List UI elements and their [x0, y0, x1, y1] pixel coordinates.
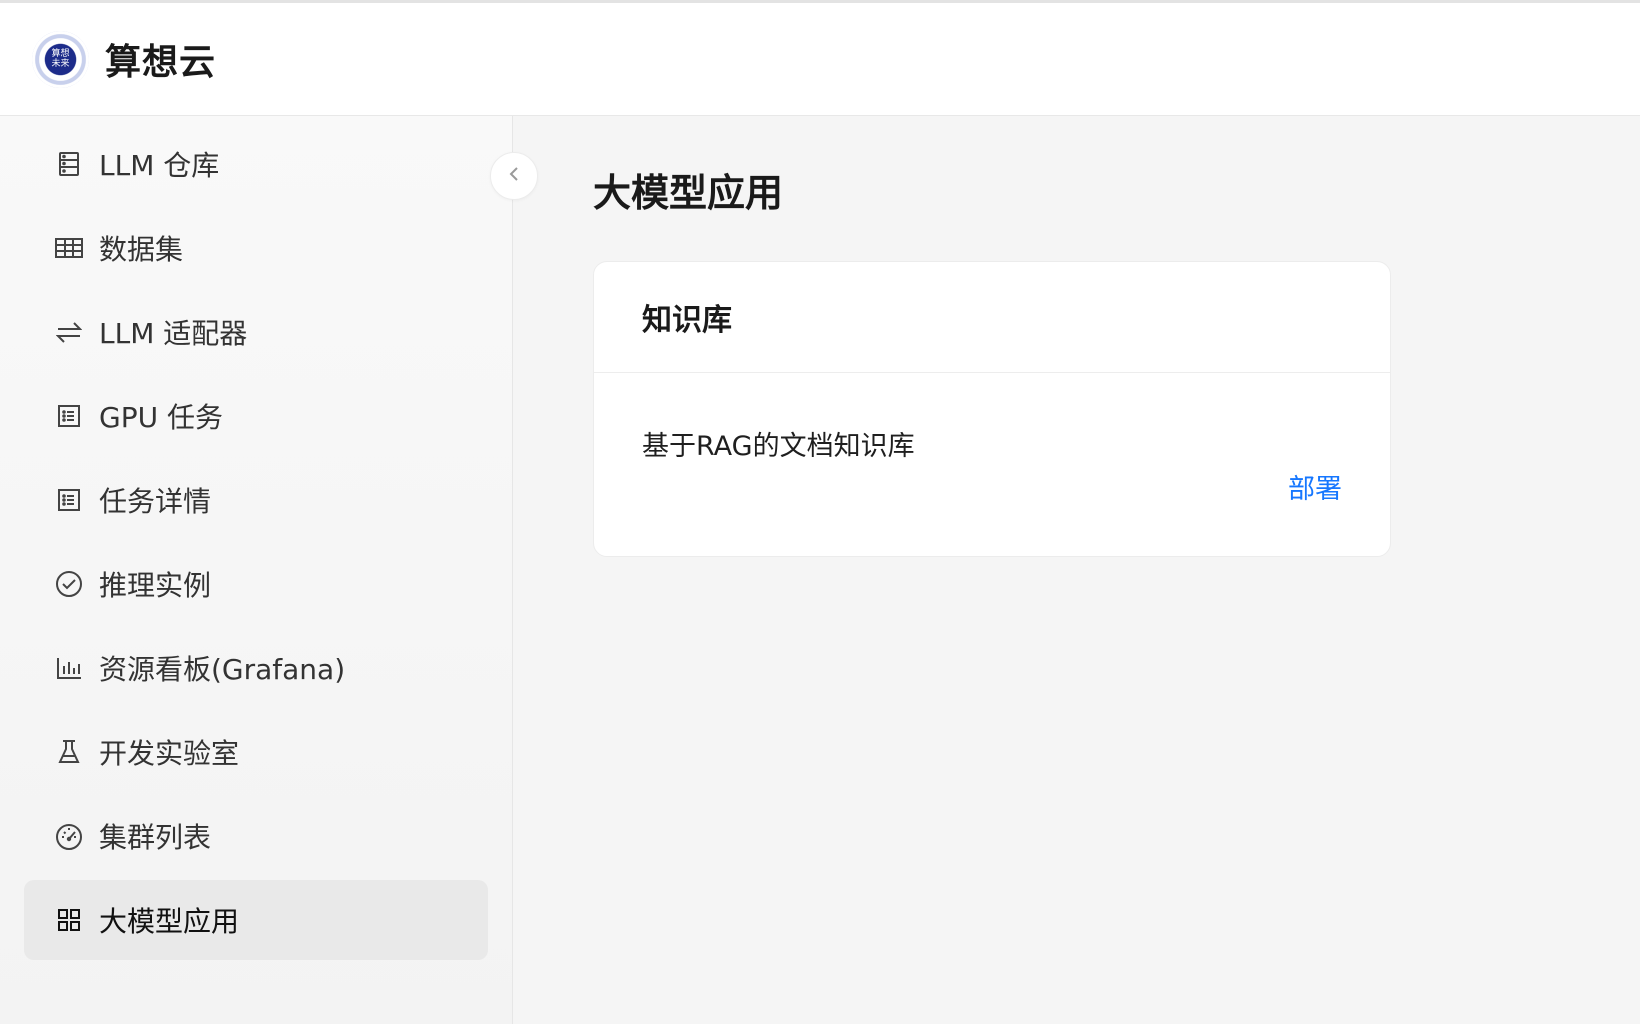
- list-icon: [55, 402, 83, 430]
- sidebar-item-label: 开发实验室: [99, 737, 240, 770]
- grid-icon: [55, 906, 83, 934]
- sidebar-item-label: 推理实例: [99, 569, 212, 602]
- sidebar-item-label: LLM 仓库: [99, 149, 220, 182]
- sidebar-item-label: 资源看板(Grafana): [99, 653, 346, 686]
- page-title: 大模型应用: [593, 171, 784, 215]
- sidebar-item-llm-adapter[interactable]: LLM 适配器: [24, 292, 488, 372]
- sidebar: LLM 仓库 数据集 LLM 适配器 GPU 任务 任务详情 推理实例 资源看板…: [0, 116, 513, 1024]
- table-icon: [55, 234, 83, 262]
- logo: 算想 未来: [32, 30, 89, 88]
- sidebar-item-label: 集群列表: [99, 821, 212, 854]
- list-icon: [55, 486, 83, 514]
- main-content: 大模型应用 知识库 基于RAG的文档知识库 部署: [514, 116, 1640, 1024]
- bar-chart-icon: [55, 654, 83, 682]
- sidebar-item-label: 大模型应用: [99, 905, 240, 938]
- sidebar-item-dev-lab[interactable]: 开发实验室: [24, 712, 488, 792]
- app-header: 算想 未来 算想云: [0, 3, 1640, 116]
- sidebar-item-grafana[interactable]: 资源看板(Grafana): [24, 628, 488, 708]
- app-card-knowledge-base: 知识库 基于RAG的文档知识库 部署: [593, 261, 1391, 557]
- flask-icon: [55, 738, 83, 766]
- deploy-button[interactable]: 部署: [1288, 467, 1342, 506]
- dashboard-icon: [55, 822, 83, 850]
- sidebar-item-cluster-list[interactable]: 集群列表: [24, 796, 488, 876]
- sidebar-item-gpu-tasks[interactable]: GPU 任务: [24, 376, 488, 456]
- sidebar-item-llm-repo[interactable]: LLM 仓库: [24, 124, 488, 204]
- sidebar-item-label: GPU 任务: [99, 401, 223, 434]
- check-circle-icon: [55, 570, 83, 598]
- card-title: 知识库: [642, 303, 732, 338]
- sidebar-item-label: 数据集: [99, 233, 184, 266]
- sidebar-item-label: LLM 适配器: [99, 317, 248, 350]
- sidebar-item-datasets[interactable]: 数据集: [24, 208, 488, 288]
- sidebar-item-inference-instances[interactable]: 推理实例: [24, 544, 488, 624]
- swap-icon: [55, 318, 83, 346]
- logo-text: 算想 未来: [51, 49, 70, 69]
- sidebar-item-llm-apps[interactable]: 大模型应用: [24, 880, 488, 960]
- brand-name: 算想云: [105, 42, 217, 83]
- sidebar-item-task-details[interactable]: 任务详情: [24, 460, 488, 540]
- sidebar-item-label: 任务详情: [99, 485, 212, 518]
- card-description: 基于RAG的文档知识库: [642, 431, 915, 462]
- database-icon: [55, 150, 83, 178]
- card-header: 知识库: [594, 262, 1390, 373]
